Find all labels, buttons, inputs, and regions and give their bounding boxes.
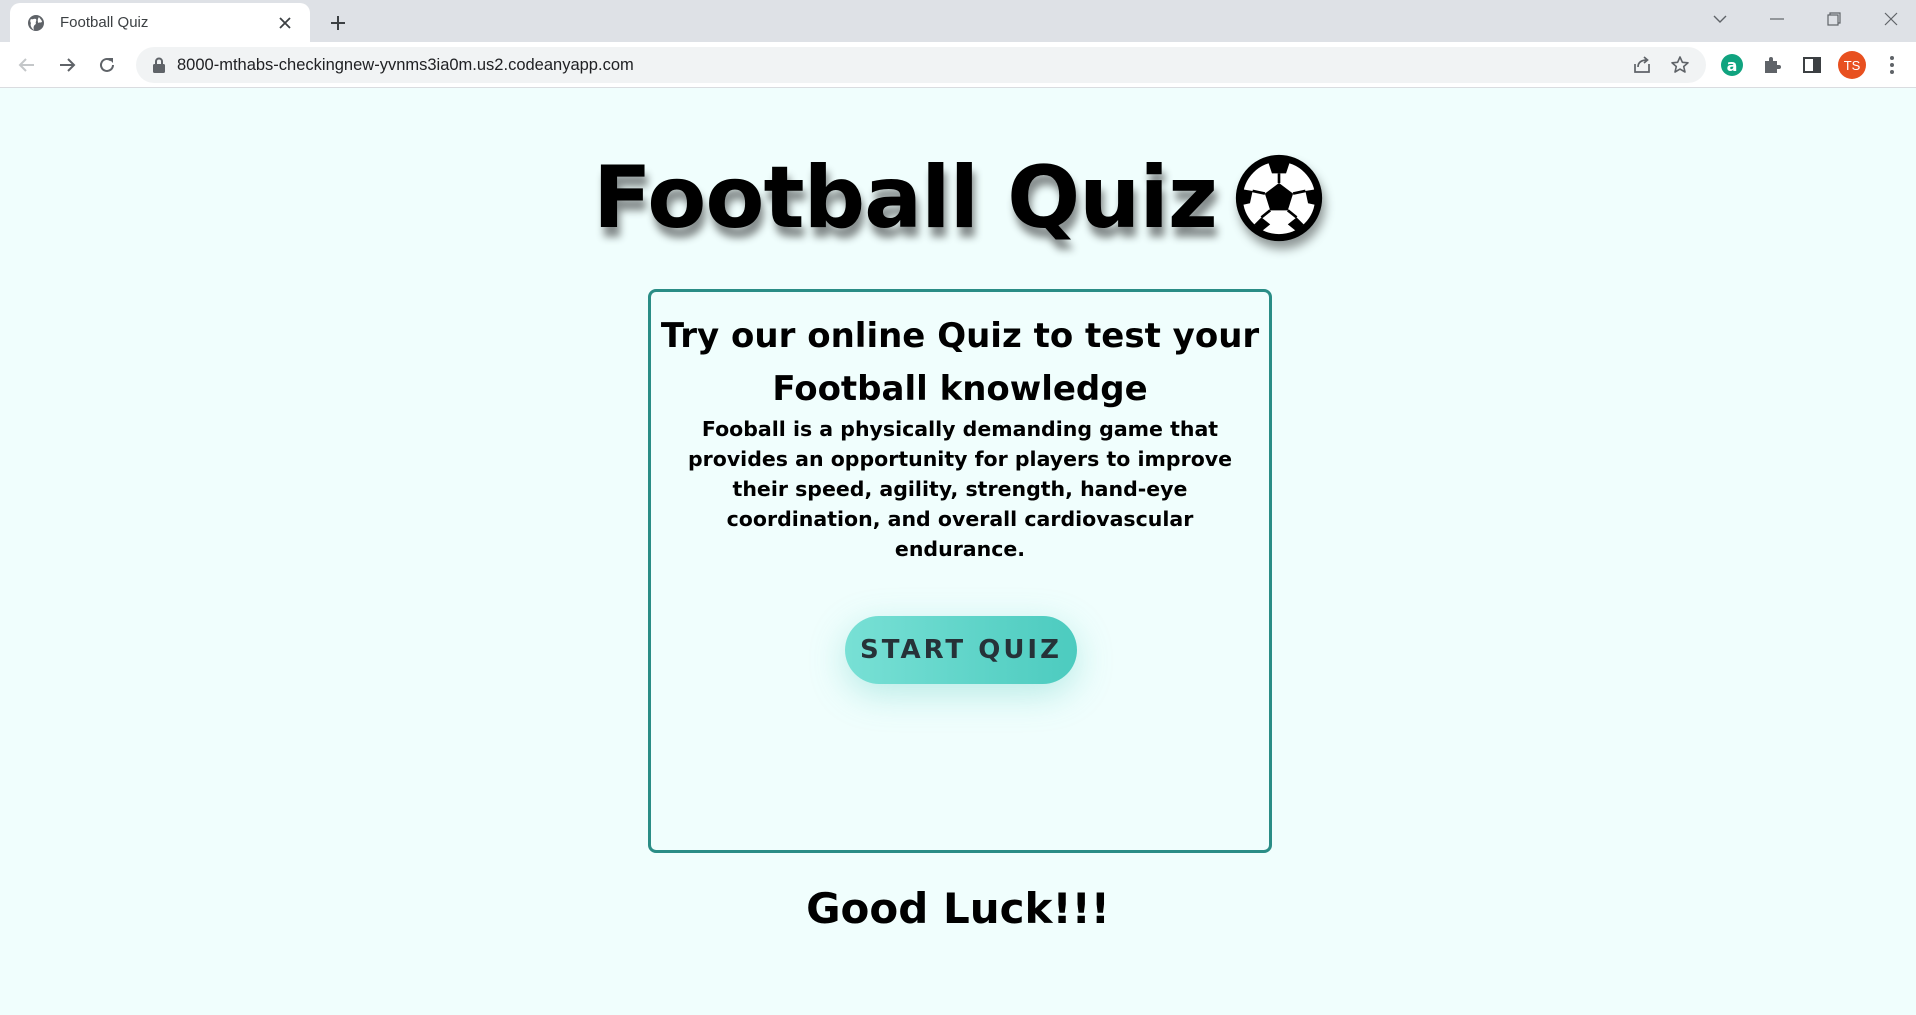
page-title: Football Quiz <box>0 154 1916 242</box>
window-close-icon[interactable] <box>1874 4 1908 34</box>
page-title-text: Football Quiz <box>593 148 1218 248</box>
restore-icon[interactable] <box>1817 4 1851 34</box>
chevron-down-icon[interactable] <box>1703 4 1737 34</box>
globe-icon <box>26 13 46 33</box>
quiz-intro-card: Try our online Quiz to test your Footbal… <box>648 289 1272 853</box>
card-heading: Try our online Quiz to test your Footbal… <box>660 316 1260 409</box>
lock-icon[interactable] <box>150 56 168 74</box>
close-icon[interactable] <box>274 12 296 34</box>
card-description: Fooball is a physically demanding game t… <box>687 417 1233 561</box>
address-bar[interactable]: 8000-mthabs-checkingnew-yvnms3ia0m.us2.c… <box>136 47 1706 83</box>
reload-icon[interactable] <box>91 49 123 81</box>
extension-a-icon[interactable]: a <box>1716 49 1748 81</box>
share-icon[interactable] <box>1629 53 1655 77</box>
star-icon[interactable] <box>1667 53 1693 77</box>
minimize-icon[interactable] <box>1760 4 1794 34</box>
sidepanel-icon[interactable] <box>1796 49 1828 81</box>
soccer-ball-icon <box>1235 154 1323 242</box>
start-quiz-button[interactable]: START QUIZ <box>845 616 1077 684</box>
browser-tab[interactable]: Football Quiz <box>10 3 310 42</box>
browser-toolbar: 8000-mthabs-checkingnew-yvnms3ia0m.us2.c… <box>0 42 1916 88</box>
forward-arrow-icon[interactable] <box>51 49 83 81</box>
puzzle-icon[interactable] <box>1756 49 1788 81</box>
avatar: TS <box>1838 51 1866 79</box>
more-vert-icon[interactable] <box>1876 49 1908 81</box>
good-luck-text: Good Luck!!! <box>806 884 1110 933</box>
browser-tab-strip: Football Quiz <box>0 0 1916 42</box>
tab-title: Football Quiz <box>60 14 149 31</box>
page-content: Football Quiz Try our online Quiz to tes… <box>0 89 1916 1015</box>
back-arrow-icon[interactable] <box>11 49 43 81</box>
plus-icon[interactable] <box>324 9 352 37</box>
url-text[interactable]: 8000-mthabs-checkingnew-yvnms3ia0m.us2.c… <box>177 56 634 75</box>
profile-avatar[interactable]: TS <box>1836 49 1868 81</box>
